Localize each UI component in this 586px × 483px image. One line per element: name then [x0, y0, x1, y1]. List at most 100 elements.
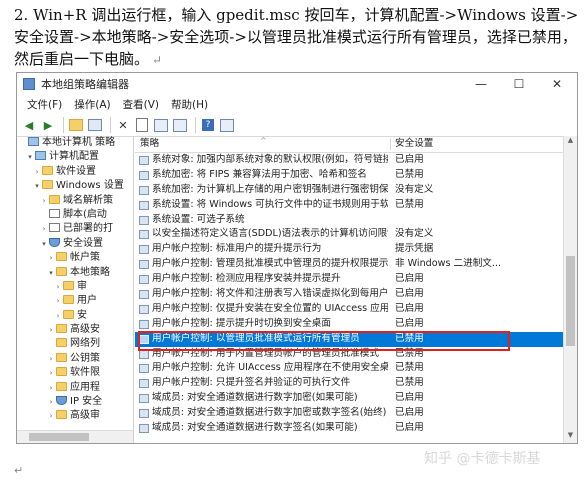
tree-horizontal-scrollbar[interactable]	[17, 430, 133, 443]
collapsed-icon[interactable]: ›	[47, 381, 55, 395]
tree-item[interactable]: › IP 安全	[17, 395, 133, 409]
tree-item[interactable]: › 已部署的打	[17, 222, 133, 236]
collapsed-icon[interactable]: ›	[40, 222, 48, 236]
column-divider[interactable]	[390, 138, 391, 150]
menu-view[interactable]: 查看(V)	[117, 97, 165, 112]
expanded-icon[interactable]: ▾	[26, 150, 34, 164]
back-icon[interactable]: ◀	[21, 117, 37, 133]
expanded-icon[interactable]: ▾	[47, 266, 55, 280]
refresh-icon[interactable]	[153, 117, 169, 133]
return-mark: ↵	[152, 53, 163, 67]
collapsed-icon[interactable]: ›	[33, 165, 41, 179]
policy-row[interactable]: 以安全描述符定义语言(SDDL)语法表示的计算机访问限制 没有定义	[135, 227, 577, 242]
tree-item[interactable]: › 帐户策	[17, 251, 133, 265]
title-bar[interactable]: 本地组策略编辑器 — ☐ ✕	[17, 73, 577, 95]
collapsed-icon[interactable]: ›	[47, 395, 55, 409]
column-header-setting[interactable]: 安全设置	[395, 136, 433, 152]
policy-row[interactable]: 用户帐户控制: 允许 UIAccess 应用程序在不使用安全桌面... 已禁用	[135, 361, 577, 376]
tree-item-label: 已部署的打	[63, 223, 113, 235]
policy-row[interactable]: 系统对象: 加强内部系统对象的默认权限(例如，符号链接) 已启用	[135, 153, 577, 168]
tree-item[interactable]: › 软件限	[17, 366, 133, 380]
policy-row[interactable]: 域成员: 对安全通道数据进行数字加密(如果可能) 已启用	[135, 391, 577, 406]
tree-item[interactable]: 网络列	[17, 337, 133, 351]
menu-help[interactable]: 帮助(H)	[165, 97, 214, 112]
collapsed-icon[interactable]: ›	[54, 294, 62, 308]
tree-item-label: 审	[77, 280, 87, 292]
policy-row-selected[interactable]: 用户帐户控制: 以管理员批准模式运行所有管理员 已禁用	[135, 331, 577, 347]
tree-item[interactable]: 脚本(启动	[17, 208, 133, 222]
scroll-down-icon[interactable]: ▼	[564, 431, 577, 443]
help-icon[interactable]: ?	[200, 117, 216, 133]
policy-row[interactable]: 系统设置: 将 Windows 可执行文件中的证书规则用于软件... 已禁用	[135, 198, 577, 213]
collapsed-icon[interactable]: ›	[54, 280, 62, 294]
policy-row[interactable]: 用户帐户控制: 标准用户的提升提示行为 提示凭据	[135, 242, 577, 257]
menu-file[interactable]: 文件(F)	[21, 97, 68, 112]
policy-icon	[139, 275, 149, 285]
menu-action[interactable]: 操作(A)	[68, 97, 116, 112]
tree-item[interactable]: 本地计算机 策略	[17, 136, 133, 150]
list-vertical-scrollbar[interactable]: ▲ ▼	[563, 136, 577, 443]
policy-row[interactable]: 域成员: 对安全通道数据进行数字加密或数字签名(始终) 已启用	[135, 406, 577, 421]
policy-setting: 已启用	[395, 302, 424, 314]
tree-item[interactable]: › 高级审	[17, 409, 133, 423]
tree-item[interactable]: ▾ 计算机配置	[17, 150, 133, 164]
policy-row[interactable]: 用户帐户控制: 管理员批准模式中管理员的提升权限提示的... 非 Windows …	[135, 257, 577, 272]
forward-icon[interactable]: ▶	[40, 117, 56, 133]
show-tree-icon[interactable]	[87, 117, 103, 133]
policy-row[interactable]: 用户帐户控制: 用于内置管理员帐户的管理员批准模式 已禁用	[135, 347, 577, 362]
close-button[interactable]: ✕	[541, 73, 573, 95]
delete-icon[interactable]: ✕	[115, 117, 131, 133]
policy-row[interactable]: 系统加密: 将 FIPS 兼容算法用于加密、哈希和签名 已禁用	[135, 168, 577, 183]
tree-item[interactable]: › 高级安	[17, 323, 133, 337]
policy-row[interactable]: 用户帐户控制: 只提升签名并验证的可执行文件 已禁用	[135, 376, 577, 391]
tree-item-label: 应用程	[70, 381, 100, 393]
expanded-icon[interactable]: ▾	[40, 237, 48, 251]
tree-item[interactable]: › 应用程	[17, 381, 133, 395]
scroll-up-icon[interactable]: ▲	[564, 136, 577, 148]
collapsed-icon[interactable]: ›	[47, 352, 55, 366]
policy-row[interactable]: 用户帐户控制: 提示提升时切换到安全桌面 已启用	[135, 317, 577, 332]
policy-name: 系统加密: 为计算机上存储的用户密钥强制进行强密钥保护	[152, 183, 388, 195]
tree-item[interactable]: › 软件设置	[17, 165, 133, 179]
policy-setting: 已启用	[395, 422, 424, 434]
policy-row[interactable]: 用户帐户控制: 将文件和注册表写入错误虚拟化到每用户位置 已启用	[135, 287, 577, 302]
collapsed-icon[interactable]: ›	[47, 323, 55, 337]
properties-icon[interactable]	[134, 117, 150, 133]
scroll-thumb[interactable]	[566, 256, 575, 346]
tree-item[interactable]: › 域名解析策	[17, 194, 133, 208]
column-header-policy[interactable]: 策略	[140, 136, 159, 152]
policy-icon	[139, 349, 149, 359]
tree-item-label: 用户	[77, 295, 97, 307]
minimize-button[interactable]: —	[465, 73, 497, 95]
collapsed-icon[interactable]: ›	[47, 409, 55, 423]
policy-name: 系统对象: 加强内部系统对象的默认权限(例如，符号链接)	[152, 154, 388, 165]
expanded-icon[interactable]: ▾	[33, 179, 41, 193]
tree-item-label: 高级审	[70, 410, 100, 422]
policy-row[interactable]: 用户帐户控制: 检测应用程序安装并提示提升 已启用	[135, 272, 577, 287]
collapsed-icon[interactable]: ›	[47, 366, 55, 380]
scroll-thumb[interactable]	[29, 433, 89, 441]
collapsed-icon[interactable]: ›	[47, 251, 55, 265]
policy-row[interactable]: 域成员: 对安全通道数据进行数字签名(如果可能) 已启用	[135, 421, 577, 436]
collapsed-icon[interactable]: ›	[40, 194, 48, 208]
navigation-tree[interactable]: 本地计算机 策略 ▾ 计算机配置 › 软件设置 ▾ Windows 设置 › 域名解析策 脚本(启…	[17, 136, 134, 443]
tree-item[interactable]: › 公钥策	[17, 352, 133, 366]
tree-item[interactable]: › 审	[17, 280, 133, 294]
tree-item-label: 安	[77, 309, 87, 321]
tree-item[interactable]: › 用户	[17, 294, 133, 308]
tree-item[interactable]: ▾ 安全设置	[17, 237, 133, 251]
policy-icon	[139, 230, 149, 240]
tree-item[interactable]: ▾ 本地策略	[17, 266, 133, 280]
policy-row[interactable]: 用户帐户控制: 仅提升安装在安全位置的 UIAccess 应用程序 已启用	[135, 302, 577, 317]
collapsed-icon[interactable]: ›	[54, 309, 62, 323]
export-icon[interactable]	[172, 117, 188, 133]
up-folder-icon[interactable]	[68, 117, 84, 133]
filter-icon[interactable]	[219, 117, 235, 133]
sort-arrow-icon: ^	[260, 136, 267, 145]
policy-row[interactable]: 系统加密: 为计算机上存储的用户密钥强制进行强密钥保护 没有定义	[135, 183, 577, 198]
policy-row[interactable]: 系统设置: 可选子系统	[135, 213, 577, 228]
tree-item[interactable]: › 安	[17, 309, 133, 323]
policy-name: 以安全描述符定义语言(SDDL)语法表示的计算机访问限制	[152, 228, 388, 240]
maximize-button[interactable]: ☐	[503, 73, 535, 95]
tree-item[interactable]: ▾ Windows 设置	[17, 179, 133, 193]
